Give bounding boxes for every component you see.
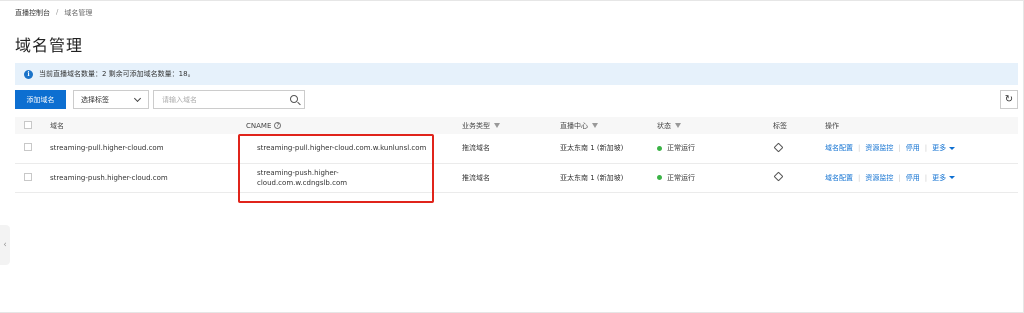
header-cname-label: CNAME	[246, 121, 272, 130]
toolbar: 添加域名 选择标签 请输入域名 ↻	[15, 90, 1018, 110]
domain-table: 域名 CNAME? 业务类型 直播中心 状态 标签 操作 streaming-p…	[15, 117, 1018, 193]
divider: |	[898, 144, 901, 153]
frame-top-border	[0, 0, 1024, 1]
more-dropdown[interactable]: 更多	[932, 144, 956, 153]
table-header-row: 域名 CNAME? 业务类型 直播中心 状态 标签 操作	[15, 117, 1018, 134]
disable-link[interactable]: 停用	[906, 174, 920, 182]
row-center: 亚太东南 1 (新加坡)	[560, 144, 624, 153]
add-domain-button[interactable]: 添加域名	[15, 90, 66, 109]
chevron-down-icon	[133, 94, 142, 103]
chevron-left-icon: ‹	[3, 240, 7, 250]
help-icon[interactable]: ?	[274, 122, 282, 129]
divider: |	[858, 144, 861, 153]
breadcrumb-current: 域名管理	[64, 9, 93, 17]
table-row: streaming-push.higher-cloud.com streamin…	[15, 163, 1018, 192]
status-ok-dot	[657, 145, 662, 151]
header-tag: 标签	[773, 121, 787, 130]
tag-select[interactable]: 选择标签	[73, 90, 149, 109]
row-center: 亚太东南 1 (新加坡)	[560, 173, 624, 182]
header-type-label: 业务类型	[462, 121, 490, 130]
sidebar-collapse-handle[interactable]: ‹	[0, 225, 10, 265]
caret-down-icon	[949, 146, 956, 150]
search-placeholder: 请输入域名	[162, 95, 197, 104]
breadcrumb-separator: /	[56, 8, 59, 16]
filter-icon[interactable]	[494, 123, 500, 128]
more-label: 更多	[932, 173, 947, 182]
row-actions: 域名配置 | 资源监控 | 停用 | 更多	[825, 134, 1018, 163]
select-all-checkbox[interactable]	[24, 120, 32, 129]
info-notice: i 当前直播域名数量：2 剩余可添加域名数量：18。	[15, 63, 1018, 85]
row-actions: 域名配置 | 资源监控 | 停用 | 更多	[825, 163, 1018, 192]
row-checkbox[interactable]	[24, 172, 32, 181]
header-status-label: 状态	[657, 121, 671, 130]
tag-icon[interactable]	[773, 142, 784, 153]
filter-icon[interactable]	[675, 123, 681, 128]
tag-icon[interactable]	[773, 171, 784, 182]
breadcrumb: 直播控制台 / 域名管理	[15, 8, 92, 18]
caret-down-icon	[949, 176, 956, 179]
row-domain: streaming-push.higher-cloud.com	[50, 173, 168, 182]
table-row: streaming-pull.higher-cloud.com streamin…	[15, 134, 1018, 163]
refresh-icon: ↻	[1004, 94, 1014, 105]
info-icon: i	[24, 69, 33, 79]
divider: |	[898, 173, 901, 182]
tag-select-label: 选择标签	[81, 95, 109, 104]
page-title: 域名管理	[15, 36, 84, 55]
row-type: 拖流域名	[462, 144, 490, 153]
header-status: 状态	[657, 117, 773, 134]
header-actions: 操作	[825, 121, 839, 130]
breadcrumb-root[interactable]: 直播控制台	[15, 8, 50, 18]
more-label: 更多	[932, 144, 947, 153]
filter-icon[interactable]	[592, 123, 598, 128]
search-icon[interactable]	[290, 95, 298, 103]
divider: |	[858, 173, 861, 182]
disable-link[interactable]: 停用	[906, 144, 920, 152]
row-status: 正常运行	[657, 134, 773, 163]
header-type: 业务类型	[462, 117, 560, 134]
cname-highlight-box	[238, 134, 434, 203]
domain-config-link[interactable]: 域名配置	[825, 144, 853, 152]
refresh-button[interactable]: ↻	[1000, 90, 1018, 109]
notice-text: 当前直播域名数量：2 剩余可添加域名数量：18。	[39, 70, 195, 78]
row-status-label: 正常运行	[667, 144, 695, 153]
header-cname: CNAME?	[246, 117, 462, 134]
divider: |	[924, 173, 928, 182]
resource-monitor-link[interactable]: 资源监控	[865, 174, 893, 182]
status-ok-dot	[657, 175, 662, 180]
row-status: 正常运行	[657, 163, 773, 192]
header-domain: 域名	[50, 121, 64, 130]
row-checkbox[interactable]	[24, 143, 32, 152]
header-center: 直播中心	[560, 117, 657, 134]
divider: |	[924, 144, 928, 153]
row-type: 推流域名	[462, 173, 490, 182]
search-input[interactable]: 请输入域名	[153, 90, 305, 109]
row-domain: streaming-pull.higher-cloud.com	[50, 144, 164, 153]
header-center-label: 直播中心	[560, 121, 588, 130]
domain-config-link[interactable]: 域名配置	[825, 174, 853, 182]
more-dropdown[interactable]: 更多	[932, 173, 956, 182]
resource-monitor-link[interactable]: 资源监控	[865, 144, 893, 152]
row-status-label: 正常运行	[667, 173, 695, 182]
